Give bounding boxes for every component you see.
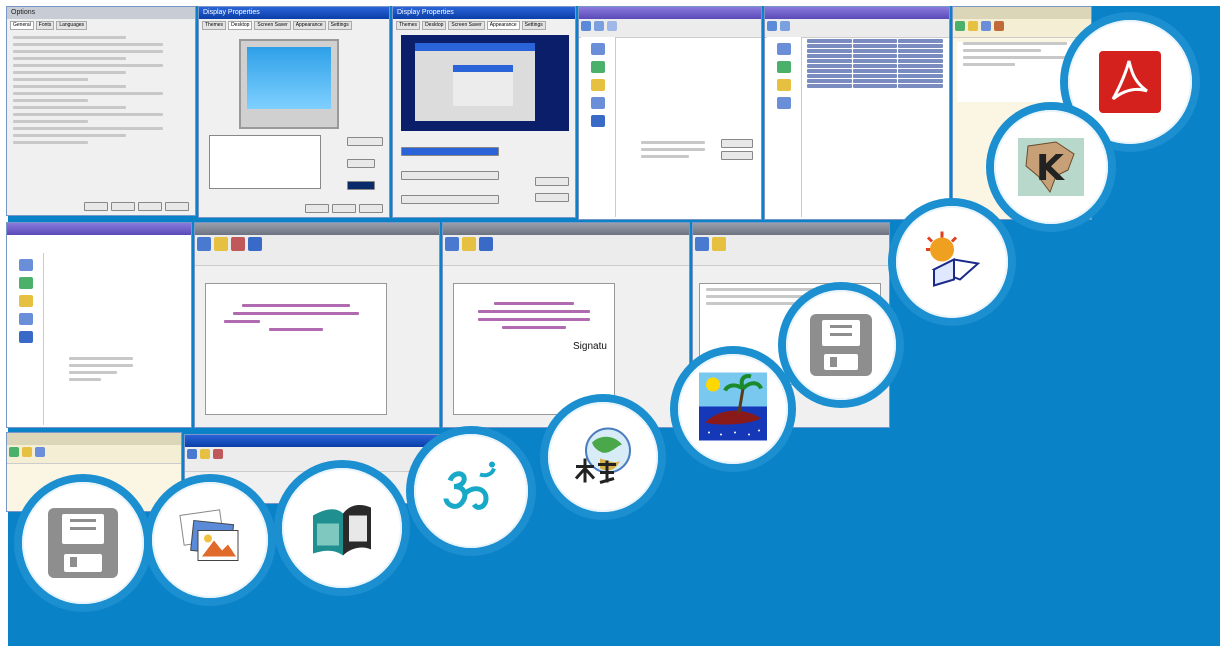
- window-titlebar: [765, 7, 949, 19]
- tab-strip: General Fonts Languages: [7, 19, 195, 32]
- options-window: Options General Fonts Languages: [6, 6, 196, 216]
- display-properties-appearance: Display Properties Themes Desktop Screen…: [392, 6, 576, 218]
- app-circle-om[interactable]: [406, 426, 536, 556]
- apply-button[interactable]: [138, 202, 162, 211]
- document-page[interactable]: [205, 283, 387, 415]
- tab-general[interactable]: General: [10, 21, 34, 30]
- app-circle-kanji[interactable]: [540, 394, 666, 520]
- om-symbol-icon: [440, 461, 502, 522]
- cancel-button[interactable]: [111, 202, 135, 211]
- window-titlebar: Display Properties: [199, 7, 389, 19]
- window-titlebar: Display Properties: [393, 7, 575, 19]
- tab-settings[interactable]: Settings: [521, 21, 546, 30]
- explorer-window-1: [578, 6, 762, 220]
- svg-text:K: K: [1036, 148, 1065, 189]
- tab-strip: Themes Desktop Screen Saver Appearance S…: [393, 19, 575, 32]
- app-circle-photos[interactable]: [144, 474, 276, 606]
- kanji-globe-icon: [570, 425, 636, 490]
- window-titlebar: [579, 7, 761, 19]
- download-banner: Options General Fonts Languages Display …: [0, 0, 1224, 648]
- app-circle-island[interactable]: [670, 346, 796, 472]
- color-picker[interactable]: [347, 181, 375, 190]
- tab-appearance[interactable]: Appearance: [292, 21, 326, 30]
- tab-desktop[interactable]: Desktop: [228, 21, 253, 30]
- monitor-preview: [239, 39, 339, 129]
- window-titlebar: [7, 223, 191, 235]
- advanced-button[interactable]: [535, 193, 569, 202]
- font-size-select[interactable]: [401, 195, 499, 204]
- document-editor-2: Signatu: [442, 222, 690, 428]
- explorer-window-3: [6, 222, 192, 428]
- open-book-sun-icon: [920, 230, 984, 295]
- tab-fonts[interactable]: Fonts: [35, 21, 55, 30]
- floppy-disk-icon: [810, 314, 872, 376]
- floppy-disk-icon: [48, 508, 118, 578]
- signature-label: Signatu: [573, 341, 607, 352]
- position-select[interactable]: [347, 159, 375, 168]
- app-circle-photobook[interactable]: [274, 460, 410, 596]
- photo-stack-icon: [178, 509, 242, 572]
- color-scheme-select[interactable]: [401, 171, 499, 180]
- window-titlebar: [195, 223, 439, 235]
- tab-themes[interactable]: Themes: [396, 21, 421, 30]
- palm-island-icon: [699, 372, 767, 446]
- photo-book-icon: [309, 494, 375, 563]
- help-button[interactable]: [165, 202, 189, 211]
- windows-buttons-select[interactable]: [401, 147, 499, 156]
- window-titlebar: [185, 435, 453, 447]
- app-circle-floppy-right[interactable]: [778, 282, 904, 408]
- window-titlebar: [693, 223, 889, 235]
- tab-screen-saver[interactable]: Screen Saver: [254, 21, 291, 30]
- tab-settings[interactable]: Settings: [327, 21, 352, 30]
- cancel-button[interactable]: [721, 151, 753, 160]
- tab-appearance[interactable]: Appearance: [486, 21, 520, 30]
- tab-strip: Themes Desktop Screen Saver Appearance S…: [199, 19, 389, 32]
- window-titlebar: Options: [7, 7, 195, 19]
- window-titlebar: [953, 7, 1091, 19]
- tab-screen-saver[interactable]: Screen Saver: [448, 21, 485, 30]
- explorer-window-2: [764, 6, 950, 220]
- save-button[interactable]: [721, 139, 753, 148]
- app-circle-book[interactable]: [888, 198, 1016, 326]
- ok-button[interactable]: [84, 202, 108, 211]
- effects-button[interactable]: [535, 177, 569, 186]
- file-list[interactable]: [807, 39, 943, 88]
- adobe-pdf-icon: [1099, 51, 1161, 113]
- app-circle-floppy-left[interactable]: [14, 474, 152, 612]
- kompozer-k-icon: K: [1016, 136, 1086, 198]
- background-list[interactable]: [209, 135, 321, 189]
- tab-desktop[interactable]: Desktop: [422, 21, 447, 30]
- window-titlebar: [443, 223, 689, 235]
- tab-themes[interactable]: Themes: [202, 21, 227, 30]
- app-circle-k[interactable]: K: [986, 102, 1116, 232]
- window-titlebar: [7, 433, 181, 445]
- display-properties-desktop: Display Properties Themes Desktop Screen…: [198, 6, 390, 218]
- appearance-preview: [401, 35, 569, 131]
- browse-button[interactable]: [347, 137, 383, 146]
- tab-languages[interactable]: Languages: [56, 21, 88, 30]
- document-editor-1: [194, 222, 440, 428]
